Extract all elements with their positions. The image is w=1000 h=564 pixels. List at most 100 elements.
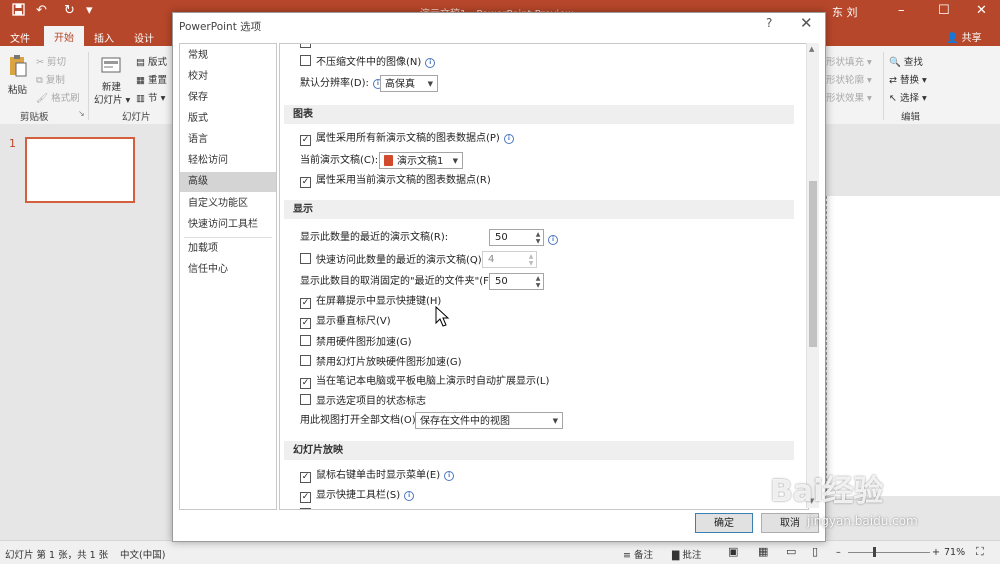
nav-trust-center[interactable]: 信任中心 — [180, 260, 276, 280]
disable-slideshow-hw-checkbox[interactable]: 禁用幻灯片放映硬件图形加速(G) — [300, 355, 462, 370]
customize-icon[interactable]: ▾ — [86, 3, 93, 18]
tab-insert[interactable]: 插入 — [94, 28, 114, 47]
checkbox[interactable] — [300, 55, 311, 66]
copy-button[interactable]: ⧉ 复制 — [36, 72, 65, 86]
replace-button[interactable]: ⇄ 替换 ▾ — [889, 72, 927, 86]
zoom-level[interactable]: 71% — [944, 547, 965, 558]
help-icon[interactable]: ? — [766, 16, 772, 30]
quick-access-spinner[interactable]: 4 ▲ ▼ — [482, 251, 537, 268]
language-status[interactable]: 中文(中国) — [120, 547, 165, 561]
ok-button[interactable]: 确定 — [695, 513, 753, 533]
spin-up-icon[interactable]: ▲ — [534, 275, 542, 282]
show-status-flags-checkbox[interactable]: 显示选定项目的状态标志 — [300, 394, 426, 409]
disable-hw-accel-checkbox[interactable]: 禁用硬件图形加速(G) — [300, 335, 412, 350]
current-presentation-select[interactable]: 演示文稿1 ▼ — [379, 152, 463, 169]
spin-up-icon[interactable]: ▲ — [527, 253, 535, 260]
chart-props-current-checkbox[interactable]: ✓ 属性采用当前演示文稿的图表数据点(R) — [300, 174, 491, 188]
zoom-in-icon[interactable]: + — [932, 547, 940, 558]
maximize-icon[interactable]: ☐ — [938, 3, 950, 18]
checkbox[interactable] — [300, 394, 311, 405]
unpinned-folders-spinner[interactable]: 50 ▲ ▼ — [489, 273, 544, 290]
slideshow-view-icon[interactable]: ▯ — [812, 545, 818, 558]
share-button[interactable]: 👤 共享 — [946, 29, 982, 44]
dialog-close-icon[interactable]: ✕ — [800, 14, 813, 32]
user-name[interactable]: 东 刘 — [832, 4, 858, 20]
spin-down-icon[interactable]: ▼ — [527, 260, 535, 267]
nav-add-ins[interactable]: 加载项 — [180, 239, 276, 259]
chart-props-all-checkbox[interactable]: ✓ 属性采用所有新演示文稿的图表数据点(P) i — [300, 132, 514, 146]
shape-effects-button[interactable]: 形状效果 ▾ — [826, 90, 872, 104]
tab-home[interactable]: 开始 — [44, 26, 84, 47]
show-shortcuts-checkbox[interactable]: ✓ 在屏幕提示中显示快捷键(H) — [300, 295, 441, 309]
vertical-ruler-checkbox[interactable]: ✓ 显示垂直标尺(V) — [300, 315, 391, 329]
find-button[interactable]: 🔍 查找 — [889, 54, 923, 68]
fit-slide-icon[interactable]: ⛶ — [976, 545, 984, 559]
normal-view-icon[interactable]: ▣ — [728, 545, 738, 558]
comments-button[interactable]: ▇ 批注 — [672, 547, 701, 561]
spin-down-icon[interactable]: ▼ — [534, 238, 542, 245]
quick-access-recent-checkbox[interactable]: 快速访问此数量的最近的演示文稿(Q): — [300, 253, 485, 268]
checkbox[interactable] — [300, 253, 311, 264]
section-button[interactable]: ▥ 节 ▾ — [136, 90, 165, 104]
checkbox[interactable]: ✓ — [300, 135, 311, 146]
checkbox[interactable]: ✓ — [300, 177, 311, 188]
open-view-select[interactable]: 保存在文件中的视图 ▼ — [415, 412, 563, 429]
default-resolution-select[interactable]: 高保真 ▼ — [380, 75, 438, 92]
right-click-menu-checkbox[interactable]: ✓ 鼠标右键单击时显示菜单(E) i — [300, 469, 455, 483]
checkbox[interactable]: ✓ — [300, 492, 311, 503]
nav-accessibility[interactable]: 轻松访问 — [180, 151, 276, 171]
nav-advanced[interactable]: 高级 — [180, 172, 276, 192]
format-painter-button[interactable]: 🖌 格式刷 — [36, 90, 80, 104]
minimize-icon[interactable]: – — [898, 3, 905, 18]
zoom-slider-thumb[interactable] — [873, 547, 876, 557]
shape-outline-button[interactable]: 形状轮廓 ▾ — [826, 72, 872, 86]
close-icon[interactable]: ✕ — [976, 3, 987, 18]
nav-proofing[interactable]: 校对 — [180, 67, 276, 87]
checkbox[interactable]: ✓ — [300, 378, 311, 389]
nav-quick-access-toolbar[interactable]: 快速访问工具栏 — [180, 215, 276, 235]
paste-icon[interactable] — [8, 54, 28, 78]
notes-button[interactable]: ≡ 备注 — [623, 547, 653, 561]
nav-layout[interactable]: 版式 — [180, 109, 276, 129]
dialog-launcher-icon[interactable]: ↘ — [78, 109, 85, 118]
reset-button[interactable]: ▦ 重置 — [136, 72, 167, 86]
scrollbar-thumb[interactable] — [809, 181, 817, 347]
layout-button[interactable]: ▤ 版式 — [136, 54, 167, 68]
cut-button[interactable]: ✂ 剪切 — [36, 54, 66, 68]
select-button[interactable]: ↖ 选择 ▾ — [889, 90, 927, 104]
scroll-up-icon[interactable]: ▲ — [809, 45, 814, 53]
sorter-view-icon[interactable]: ▦ — [758, 545, 768, 558]
checkbox[interactable]: ✓ — [300, 472, 311, 483]
paste-button[interactable]: 粘贴 — [8, 82, 27, 96]
zoom-out-icon[interactable]: – — [836, 547, 841, 558]
cut-off-option[interactable] — [300, 44, 316, 52]
new-slide-label-2[interactable]: 幻灯片 ▾ — [94, 92, 130, 106]
checkbox[interactable]: ✓ — [300, 298, 311, 309]
no-compress-checkbox[interactable]: 不压缩文件中的图像(N) i — [300, 55, 436, 70]
new-slide-button[interactable]: 新建 — [102, 79, 121, 93]
checkbox[interactable] — [300, 44, 311, 48]
reading-view-icon[interactable]: ▭ — [786, 545, 796, 558]
tab-design[interactable]: 设计 — [134, 28, 154, 47]
nav-general[interactable]: 常规 — [180, 46, 276, 66]
undo-icon[interactable]: ↶ — [36, 3, 47, 18]
auto-extend-checkbox[interactable]: ✓ 当在笔记本电脑或平板电脑上演示时自动扩展显示(L) — [300, 375, 549, 389]
shape-fill-button[interactable]: 形状填充 ▾ — [826, 54, 872, 68]
slide-edit-area[interactable] — [822, 196, 1000, 496]
tab-file[interactable]: 文件 — [10, 28, 30, 47]
spin-down-icon[interactable]: ▼ — [534, 282, 542, 289]
checkbox[interactable] — [300, 355, 311, 366]
recent-count-spinner[interactable]: 50 ▲ ▼ — [489, 229, 544, 246]
nav-save[interactable]: 保存 — [180, 88, 276, 108]
checkbox[interactable] — [300, 508, 311, 509]
cut-off-option[interactable] — [300, 508, 316, 509]
checkbox[interactable] — [300, 335, 311, 346]
nav-language[interactable]: 语言 — [180, 130, 276, 150]
redo-icon[interactable]: ↻ — [64, 3, 75, 18]
nav-customize-ribbon[interactable]: 自定义功能区 — [180, 194, 276, 214]
content-scrollbar[interactable]: ▲ ▼ — [806, 43, 819, 508]
save-icon[interactable] — [12, 3, 25, 20]
popup-toolbar-checkbox[interactable]: ✓ 显示快捷工具栏(S) i — [300, 489, 415, 503]
zoom-slider[interactable] — [848, 552, 930, 553]
new-slide-icon[interactable] — [100, 54, 122, 76]
